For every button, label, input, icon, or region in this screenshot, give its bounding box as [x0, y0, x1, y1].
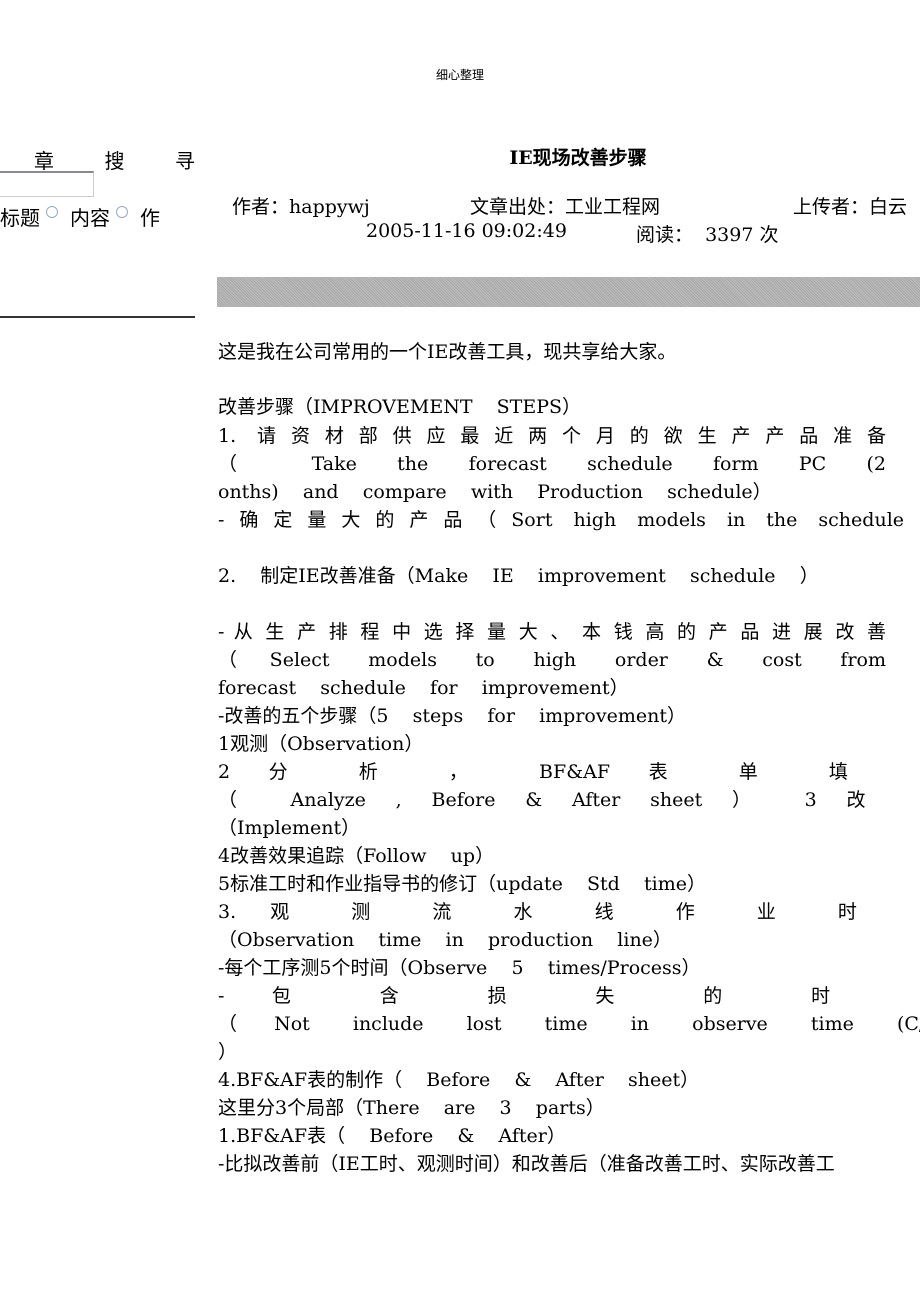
search-title-char: 搜: [104, 149, 125, 173]
separator-bar: [217, 277, 920, 307]
body-line: ）: [218, 1041, 238, 1063]
radio-title[interactable]: [46, 205, 58, 218]
body-line: 4.BF&AF表的制作（ Before & After sheet）: [218, 1069, 700, 1091]
sidebar-divider: [0, 316, 195, 318]
body-line: -确定量大的产品（Sort high models in the schedul…: [218, 509, 920, 531]
radio-content[interactable]: [116, 205, 128, 218]
body-line: - 从 生 产 排 程 中 选 择 量 大 、 本 钱 高 的 产 品 进 展 …: [218, 621, 886, 643]
body-line: 5标准工时和作业指导书的修订（update Std time）: [218, 873, 706, 895]
page-header-note: 细心整理: [435, 68, 484, 82]
article-uploader: 上传者：白云: [793, 196, 908, 218]
body-line: （ Analyze , Before & After sheet ） 3 改 善: [218, 789, 920, 811]
body-line: 这是我在公司常用的一个IE改善工具，现共享给大家。: [218, 341, 677, 363]
article-title: IE现场改善步骤: [509, 147, 647, 169]
search-title: 章 搜 寻: [0, 145, 195, 174]
article-reads: 阅读： 3397 次: [636, 224, 779, 246]
article-author: 作者：happywj: [232, 196, 370, 218]
body-line: 1观测（Observation）: [218, 733, 424, 755]
body-line: -改善的五个步骤（5 steps for improvement）: [218, 705, 686, 727]
body-line: 这里分3个局部（There are 3 parts）: [218, 1097, 605, 1119]
article-source: 文章出处：工业工程网: [470, 196, 661, 218]
body-line: （Select models to high order & cost from: [218, 649, 886, 671]
search-title-char: 寻: [175, 149, 195, 173]
search-title-char: 章: [34, 149, 54, 173]
body-line: （ Take the forecast schedule form PC (2: [218, 453, 886, 475]
body-line: （Not include lost time in observe time (…: [218, 1013, 920, 1035]
option-title-label: 标题: [0, 206, 40, 230]
body-line: 改善步骤（IMPROVEMENT STEPS）: [218, 396, 582, 418]
option-content-label: 内容: [70, 206, 110, 230]
body-line: 1. 请资材部供应最近两个月的欲生产产品准备: [218, 425, 886, 447]
body-line: -比拟改善前（IE工时、观测时间）和改善后（准备改善工时、实际改善工: [218, 1153, 835, 1175]
body-line: 2 分 析 ， BF&AF 表 单 填 写: [218, 761, 920, 783]
option-author-label: 作: [140, 206, 160, 230]
body-line: （Observation time in production line）: [218, 929, 672, 951]
body-line: -每个工序测5个时间（Observe 5 times/Process）: [218, 957, 701, 979]
body-line: 4改善效果追踪（Follow up）: [218, 845, 495, 867]
body-line: 2. 制定IE改善准备（Make IE improvement schedule…: [218, 565, 819, 587]
body-line: forecast schedule for improvement）: [218, 677, 629, 699]
article-datetime: 2005-11-16 09:02:49: [366, 220, 567, 242]
search-options: 标题 内容 作: [0, 202, 160, 231]
body-line: 1.BF&AF表（ Before & After）: [218, 1125, 566, 1147]
body-line: （Implement）: [218, 817, 361, 839]
body-line: onths) and compare with Production sched…: [218, 481, 772, 503]
body-line: 3. 观 测 流 水 线 作 业 时 间: [218, 901, 920, 923]
search-input[interactable]: [0, 171, 94, 197]
body-line: - 包 含 损 失 的 时 间: [218, 985, 920, 1007]
